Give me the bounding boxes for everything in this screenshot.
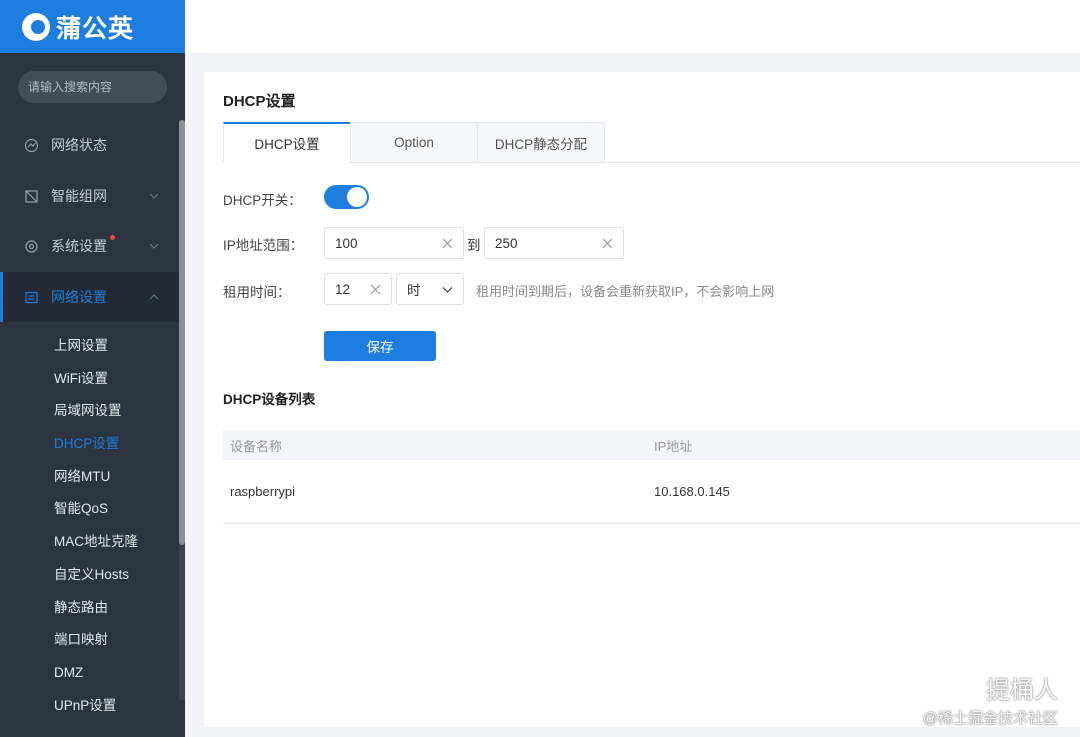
logo-bar: 蒲公英 xyxy=(0,0,185,53)
lease-unit-value: 时 xyxy=(407,283,421,298)
sidebar-item-network-settings[interactable]: 网络设置 xyxy=(0,272,179,322)
submenu-item-port-forward[interactable]: 端口映射 xyxy=(54,630,108,650)
watermark-author: 提桶人 xyxy=(986,677,1058,704)
tab-dhcp-settings[interactable]: DHCP设置 xyxy=(223,122,351,163)
save-button[interactable]: 保存 xyxy=(324,331,436,361)
ip-range-end-value: 250 xyxy=(495,235,518,251)
submenu-item-lan[interactable]: 局域网设置 xyxy=(54,401,122,421)
clear-icon[interactable] xyxy=(442,238,453,249)
sidebar-search xyxy=(18,71,183,103)
toggle-knob xyxy=(347,187,367,207)
sidebar-item-label: 系统设置 xyxy=(51,238,107,254)
lease-time-field[interactable]: 12 xyxy=(324,273,392,305)
page-title: DHCP设置 xyxy=(223,93,296,110)
submenu-item-mac-clone[interactable]: MAC地址克隆 xyxy=(54,532,138,552)
sidebar-item-label: 智能组网 xyxy=(51,188,107,204)
sidebar-item-network-status[interactable]: 网络状态 xyxy=(0,120,179,170)
sidebar-item-label: 网络状态 xyxy=(51,137,107,153)
device-name-cell: raspberrypi xyxy=(230,484,296,499)
network-settings-icon xyxy=(25,291,38,303)
ip-range-label: IP地址范围： xyxy=(223,238,304,253)
tab-dhcp-static[interactable]: DHCP静态分配 xyxy=(477,122,605,163)
logo-text: 蒲公英 xyxy=(56,14,135,43)
column-header-device-name: 设备名称 xyxy=(230,438,283,454)
submenu-item-mtu[interactable]: 网络MTU xyxy=(54,467,110,487)
submenu-item-hosts[interactable]: 自定义Hosts xyxy=(54,565,129,585)
clear-icon[interactable] xyxy=(602,238,613,249)
chevron-up-icon xyxy=(149,294,159,300)
chevron-down-icon xyxy=(149,193,159,199)
submenu-item-qos[interactable]: 智能QoS xyxy=(54,499,108,519)
submenu-item-wifi[interactable]: WiFi设置 xyxy=(54,369,108,389)
notification-dot xyxy=(110,235,115,240)
logo-icon xyxy=(22,12,50,41)
sidebar-item-system-settings[interactable]: 系统设置 xyxy=(0,221,179,271)
dhcp-settings-card: DHCP设置 DHCP设置 Option DHCP静态分配 DHCP开关： IP… xyxy=(204,72,1080,727)
status-icon xyxy=(24,138,39,152)
column-header-ip: IP地址 xyxy=(654,438,693,454)
ip-range-start-field[interactable]: 100 xyxy=(324,227,464,259)
submenu-item-internet[interactable]: 上网设置 xyxy=(54,336,108,356)
submenu-item-static-route[interactable]: 静态路由 xyxy=(54,598,108,618)
chevron-down-icon xyxy=(149,243,159,249)
lease-time-label: 租用时间： xyxy=(223,285,291,300)
sidebar: 蒲公英 网络状态 智能组网 系统设置 xyxy=(0,0,185,737)
tab-bar: DHCP设置 Option DHCP静态分配 xyxy=(223,122,1080,163)
lease-time-hint: 租用时间到期后，设备会重新获取IP，不会影响上网 xyxy=(476,284,775,299)
dhcp-switch-label: DHCP开关： xyxy=(223,193,302,208)
clear-icon[interactable] xyxy=(370,284,381,295)
table-header: 设备名称 IP地址 xyxy=(223,430,1080,460)
watermark: 提桶人 @稀土掘金技术社区 xyxy=(923,670,1058,728)
gear-icon xyxy=(25,239,38,253)
network-group-icon xyxy=(25,189,38,203)
ip-range-start-value: 100 xyxy=(335,235,358,251)
device-ip-cell: 10.168.0.145 xyxy=(654,484,730,499)
chevron-down-icon xyxy=(442,286,453,293)
sidebar-item-label: 网络设置 xyxy=(51,289,107,305)
watermark-source: @稀土掘金技术社区 xyxy=(922,710,1058,727)
lease-time-value: 12 xyxy=(335,281,351,297)
submenu-item-dmz[interactable]: DMZ xyxy=(54,663,83,683)
search-input[interactable] xyxy=(28,80,183,94)
top-header xyxy=(185,0,1080,53)
dhcp-switch-toggle[interactable] xyxy=(324,185,369,209)
table-row: raspberrypi 10.168.0.145 xyxy=(223,460,1080,524)
sidebar-item-smart-network[interactable]: 智能组网 xyxy=(0,171,179,221)
ip-range-end-field[interactable]: 250 xyxy=(484,227,624,259)
lease-unit-select[interactable]: 时 xyxy=(396,273,464,305)
sidebar-scrollbar-thumb[interactable] xyxy=(179,120,185,545)
submenu-item-dhcp[interactable]: DHCP设置 xyxy=(54,434,119,454)
submenu-item-upnp[interactable]: UPnP设置 xyxy=(54,696,116,716)
device-list-title: DHCP设备列表 xyxy=(223,392,316,407)
tab-option[interactable]: Option xyxy=(350,122,478,163)
range-to-label: 到 xyxy=(467,238,481,253)
